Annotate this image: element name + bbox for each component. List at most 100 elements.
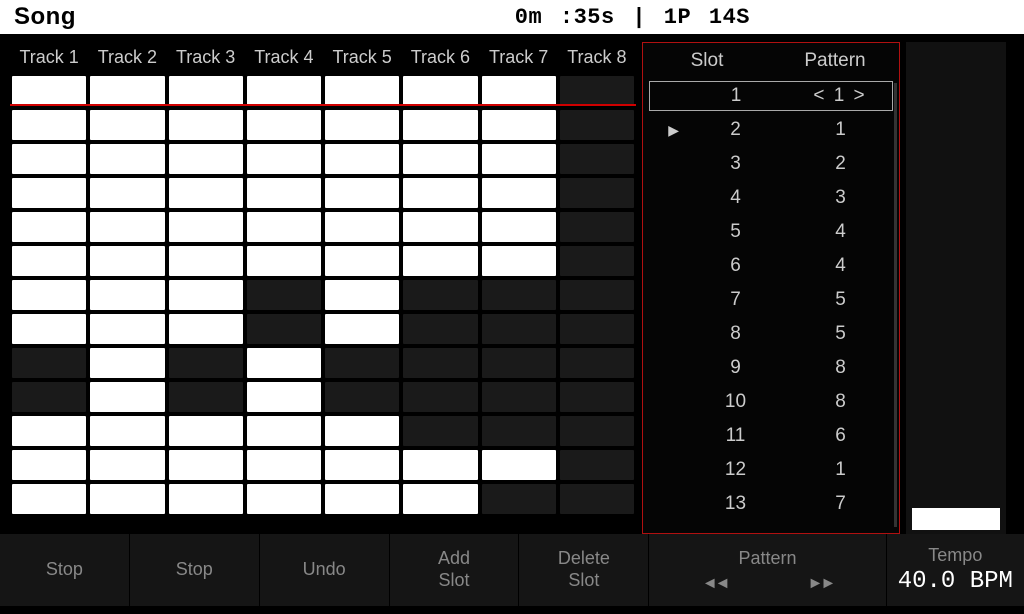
grid-cell[interactable] bbox=[12, 110, 86, 140]
grid-cell[interactable] bbox=[247, 314, 321, 344]
track-header[interactable]: Track 8 bbox=[560, 47, 634, 68]
slot-row[interactable]: 1< 1 > bbox=[649, 81, 893, 111]
grid-cell[interactable] bbox=[90, 110, 164, 140]
grid-cell[interactable] bbox=[90, 484, 164, 514]
grid-cell[interactable] bbox=[403, 178, 477, 208]
grid-cell[interactable] bbox=[247, 348, 321, 378]
slot-row[interactable]: 43 bbox=[649, 181, 893, 215]
grid-cell[interactable] bbox=[403, 144, 477, 174]
grid-cell[interactable] bbox=[560, 144, 634, 174]
grid-cell[interactable] bbox=[325, 110, 399, 140]
grid-cell[interactable] bbox=[169, 382, 243, 412]
grid-cell[interactable] bbox=[560, 76, 634, 106]
grid-cell[interactable] bbox=[169, 416, 243, 446]
grid-cell[interactable] bbox=[12, 212, 86, 242]
grid-cell[interactable] bbox=[403, 76, 477, 106]
grid-cell[interactable] bbox=[169, 484, 243, 514]
grid-cell[interactable] bbox=[560, 348, 634, 378]
grid-cell[interactable] bbox=[325, 280, 399, 310]
grid-cell[interactable] bbox=[90, 76, 164, 106]
grid-cell[interactable] bbox=[325, 76, 399, 106]
grid-cell[interactable] bbox=[482, 144, 556, 174]
add-slot-button[interactable]: AddSlot bbox=[390, 534, 520, 606]
pattern-prev-icon[interactable]: ◄◄ bbox=[702, 575, 728, 593]
pattern-next-icon[interactable]: ►► bbox=[807, 575, 833, 593]
grid-cell[interactable] bbox=[403, 484, 477, 514]
grid-cell[interactable] bbox=[482, 348, 556, 378]
grid-cell[interactable] bbox=[169, 178, 243, 208]
grid-cell[interactable] bbox=[560, 110, 634, 140]
grid-cell[interactable] bbox=[169, 144, 243, 174]
grid-cell[interactable] bbox=[403, 212, 477, 242]
delete-slot-button[interactable]: DeleteSlot bbox=[519, 534, 649, 606]
grid-cell[interactable] bbox=[90, 280, 164, 310]
pattern-stepper[interactable]: Pattern◄◄►► bbox=[649, 534, 886, 606]
grid-cell[interactable] bbox=[12, 246, 86, 276]
grid-cell[interactable] bbox=[325, 450, 399, 480]
grid-cell[interactable] bbox=[247, 246, 321, 276]
track-header[interactable]: Track 3 bbox=[169, 47, 243, 68]
grid-cell[interactable] bbox=[560, 450, 634, 480]
grid-cell[interactable] bbox=[482, 76, 556, 106]
grid-cell[interactable] bbox=[403, 382, 477, 412]
grid-cell[interactable] bbox=[90, 212, 164, 242]
grid-cell[interactable] bbox=[403, 110, 477, 140]
slot-row[interactable]: 137 bbox=[649, 487, 893, 521]
grid-cell[interactable] bbox=[560, 246, 634, 276]
grid-cell[interactable] bbox=[403, 348, 477, 378]
grid-cell[interactable] bbox=[247, 110, 321, 140]
grid-cell[interactable] bbox=[403, 416, 477, 446]
grid-cell[interactable] bbox=[169, 212, 243, 242]
grid-cell[interactable] bbox=[325, 382, 399, 412]
grid-cell[interactable] bbox=[12, 382, 86, 412]
grid-cell[interactable] bbox=[90, 450, 164, 480]
grid-cell[interactable] bbox=[560, 382, 634, 412]
grid-cell[interactable] bbox=[169, 76, 243, 106]
grid-cell[interactable] bbox=[90, 144, 164, 174]
grid-cell[interactable] bbox=[90, 382, 164, 412]
grid-cell[interactable] bbox=[560, 416, 634, 446]
grid-cell[interactable] bbox=[482, 110, 556, 140]
slot-list[interactable]: 1< 1 >▶2132435464758598108116121137 bbox=[643, 79, 899, 533]
grid-cell[interactable] bbox=[169, 450, 243, 480]
grid-cell[interactable] bbox=[12, 144, 86, 174]
grid-cell[interactable] bbox=[169, 280, 243, 310]
track-header[interactable]: Track 1 bbox=[12, 47, 86, 68]
grid-cell[interactable] bbox=[90, 416, 164, 446]
slot-row[interactable]: 121 bbox=[649, 453, 893, 487]
grid-cell[interactable] bbox=[12, 314, 86, 344]
grid-cell[interactable] bbox=[325, 212, 399, 242]
grid-cell[interactable] bbox=[482, 416, 556, 446]
track-header[interactable]: Track 5 bbox=[325, 47, 399, 68]
grid-cell[interactable] bbox=[325, 416, 399, 446]
grid-cell[interactable] bbox=[90, 348, 164, 378]
grid-cell[interactable] bbox=[12, 76, 86, 106]
grid-cell[interactable] bbox=[12, 484, 86, 514]
grid-cell[interactable] bbox=[403, 246, 477, 276]
grid-cell[interactable] bbox=[482, 178, 556, 208]
grid-cell[interactable] bbox=[169, 348, 243, 378]
grid-cell[interactable] bbox=[325, 178, 399, 208]
slot-row[interactable]: 85 bbox=[649, 317, 893, 351]
grid-cell[interactable] bbox=[169, 314, 243, 344]
grid-cell[interactable] bbox=[247, 484, 321, 514]
grid-cell[interactable] bbox=[247, 280, 321, 310]
grid-cell[interactable] bbox=[403, 314, 477, 344]
grid-cell[interactable] bbox=[247, 416, 321, 446]
track-header[interactable]: Track 7 bbox=[482, 47, 556, 68]
track-header[interactable]: Track 6 bbox=[403, 47, 477, 68]
slot-row[interactable]: 98 bbox=[649, 351, 893, 385]
grid-cell[interactable] bbox=[90, 246, 164, 276]
slot-row[interactable]: 32 bbox=[649, 147, 893, 181]
grid-cell[interactable] bbox=[169, 110, 243, 140]
track-grid[interactable] bbox=[10, 76, 636, 534]
grid-cell[interactable] bbox=[12, 348, 86, 378]
grid-cell[interactable] bbox=[482, 382, 556, 412]
grid-cell[interactable] bbox=[247, 76, 321, 106]
grid-cell[interactable] bbox=[482, 280, 556, 310]
grid-cell[interactable] bbox=[247, 382, 321, 412]
grid-cell[interactable] bbox=[247, 178, 321, 208]
grid-cell[interactable] bbox=[12, 178, 86, 208]
grid-cell[interactable] bbox=[247, 144, 321, 174]
track-header[interactable]: Track 4 bbox=[247, 47, 321, 68]
